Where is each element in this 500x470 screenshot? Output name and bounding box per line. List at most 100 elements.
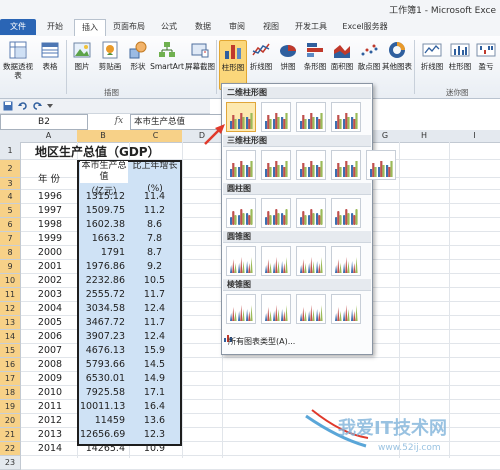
chart-type-option[interactable] (296, 294, 326, 324)
gdp-cell[interactable]: 1976.86 (80, 261, 125, 272)
growth-cell[interactable]: 12.3 (132, 429, 177, 440)
chart-type-option[interactable] (331, 150, 361, 180)
growth-cell[interactable]: 14.9 (132, 373, 177, 384)
gdp-cell[interactable]: 1509.75 (80, 205, 125, 216)
tab-view[interactable]: 视图 (256, 19, 286, 35)
row-header[interactable]: 2 (0, 160, 21, 178)
row-header[interactable]: 9 (0, 260, 21, 274)
name-box[interactable]: B2 (0, 114, 88, 130)
shapes-button[interactable]: 形状 (124, 40, 152, 88)
chart-type-option[interactable] (226, 246, 256, 276)
line-chart-button[interactable]: 折线图 (247, 40, 275, 88)
gdp-cell[interactable]: 1602.38 (80, 219, 125, 230)
tab-file[interactable]: 文件 (0, 19, 36, 35)
year-cell[interactable]: 2002 (30, 275, 70, 286)
chart-type-option[interactable] (261, 102, 291, 132)
function-icon[interactable]: fx (112, 114, 126, 128)
gdp-cell[interactable]: 6530.01 (80, 373, 125, 384)
gdp-cell[interactable]: 4676.13 (80, 345, 125, 356)
growth-cell[interactable]: 8.6 (132, 219, 177, 230)
growth-cell[interactable]: 12.4 (132, 303, 177, 314)
all-chart-types-link[interactable]: 所有图表类型(A)... (228, 336, 295, 347)
row-header[interactable]: 4 (0, 190, 21, 204)
year-cell[interactable]: 2001 (30, 261, 70, 272)
chart-type-option[interactable] (226, 294, 256, 324)
other-charts-button[interactable]: 其他图表 (382, 40, 412, 88)
gdp-cell[interactable]: 3034.58 (80, 303, 125, 314)
gdp-cell[interactable]: 7925.58 (80, 387, 125, 398)
chart-type-option[interactable] (261, 294, 291, 324)
column-header[interactable]: A (20, 130, 78, 143)
row-header[interactable]: 22 (0, 442, 21, 456)
row-header[interactable]: 15 (0, 344, 21, 358)
growth-cell[interactable]: 10.5 (132, 275, 177, 286)
gdp-cell[interactable]: 1791 (80, 247, 125, 258)
growth-cell[interactable]: 11.7 (132, 289, 177, 300)
gdp-cell[interactable]: 3467.72 (80, 317, 125, 328)
sparkline-column-button[interactable]: 柱形图 (446, 40, 474, 88)
year-cell[interactable]: 2005 (30, 317, 70, 328)
growth-cell[interactable]: 11.4 (132, 191, 177, 202)
gdp-cell[interactable]: 2232.86 (80, 275, 125, 286)
chart-type-option[interactable] (331, 102, 361, 132)
row-header[interactable]: 3 (0, 178, 21, 190)
year-cell[interactable]: 2014 (30, 443, 70, 454)
row-header[interactable]: 8 (0, 246, 21, 260)
clipart-button[interactable]: 剪贴画 (95, 40, 125, 88)
year-cell[interactable]: 1996 (30, 191, 70, 202)
column-header[interactable]: G (371, 130, 400, 143)
pivot-table-button[interactable]: 数据透视表 (2, 40, 34, 88)
growth-cell[interactable]: 7.8 (132, 233, 177, 244)
gdp-cell[interactable]: 14265.4 (80, 443, 125, 454)
column-header[interactable]: C (129, 130, 183, 143)
gdp-cell[interactable]: 10011.13 (80, 401, 125, 412)
tab-review[interactable]: 审阅 (222, 19, 252, 35)
year-cell[interactable]: 2010 (30, 387, 70, 398)
row-header[interactable]: 1 (0, 142, 21, 160)
tab-home[interactable]: 开始 (40, 19, 70, 35)
year-cell[interactable]: 1999 (30, 233, 70, 244)
tab-developer[interactable]: 开发工具 (290, 19, 332, 35)
year-cell[interactable]: 2007 (30, 345, 70, 356)
growth-cell[interactable]: 13.6 (132, 415, 177, 426)
tab-excel-server[interactable]: Excel服务器 (336, 19, 394, 35)
year-cell[interactable]: 2003 (30, 289, 70, 300)
row-header[interactable]: 14 (0, 330, 21, 344)
gdp-cell[interactable]: 1315.12 (80, 191, 125, 202)
growth-cell[interactable]: 10.9 (132, 443, 177, 454)
chart-type-option[interactable] (296, 150, 326, 180)
year-cell[interactable]: 2004 (30, 303, 70, 314)
year-cell[interactable]: 2009 (30, 373, 70, 384)
chart-type-option[interactable] (261, 246, 291, 276)
undo-icon[interactable] (18, 101, 28, 111)
row-header[interactable]: 13 (0, 316, 21, 330)
row-header[interactable]: 5 (0, 204, 21, 218)
bar-chart-button[interactable]: 条形图 (301, 40, 329, 88)
tab-data[interactable]: 数据 (188, 19, 218, 35)
chevron-down-icon[interactable] (46, 102, 54, 110)
growth-cell[interactable]: 8.7 (132, 247, 177, 258)
year-cell[interactable]: 2008 (30, 359, 70, 370)
year-cell[interactable]: 1997 (30, 205, 70, 216)
row-header[interactable]: 17 (0, 372, 21, 386)
chart-type-option[interactable] (226, 198, 256, 228)
tab-page-layout[interactable]: 页面布局 (108, 19, 150, 35)
growth-cell[interactable]: 9.2 (132, 261, 177, 272)
row-header[interactable]: 11 (0, 288, 21, 302)
chart-type-option[interactable] (366, 150, 396, 180)
gdp-cell[interactable]: 11459 (80, 415, 125, 426)
growth-cell[interactable]: 12.4 (132, 331, 177, 342)
chart-type-option[interactable] (331, 294, 361, 324)
row-header[interactable]: 19 (0, 400, 21, 414)
scatter-chart-button[interactable]: 散点图 (355, 40, 383, 88)
row-header[interactable]: 23 (0, 456, 21, 470)
gdp-cell[interactable]: 1663.2 (80, 233, 125, 244)
growth-cell[interactable]: 11.7 (132, 317, 177, 328)
year-cell[interactable]: 2000 (30, 247, 70, 258)
year-cell[interactable]: 2006 (30, 331, 70, 342)
row-header[interactable]: 10 (0, 274, 21, 288)
chart-type-option[interactable] (226, 150, 256, 180)
smartart-button[interactable]: SmartArt (150, 40, 184, 88)
growth-cell[interactable]: 17.1 (132, 387, 177, 398)
row-header[interactable]: 16 (0, 358, 21, 372)
